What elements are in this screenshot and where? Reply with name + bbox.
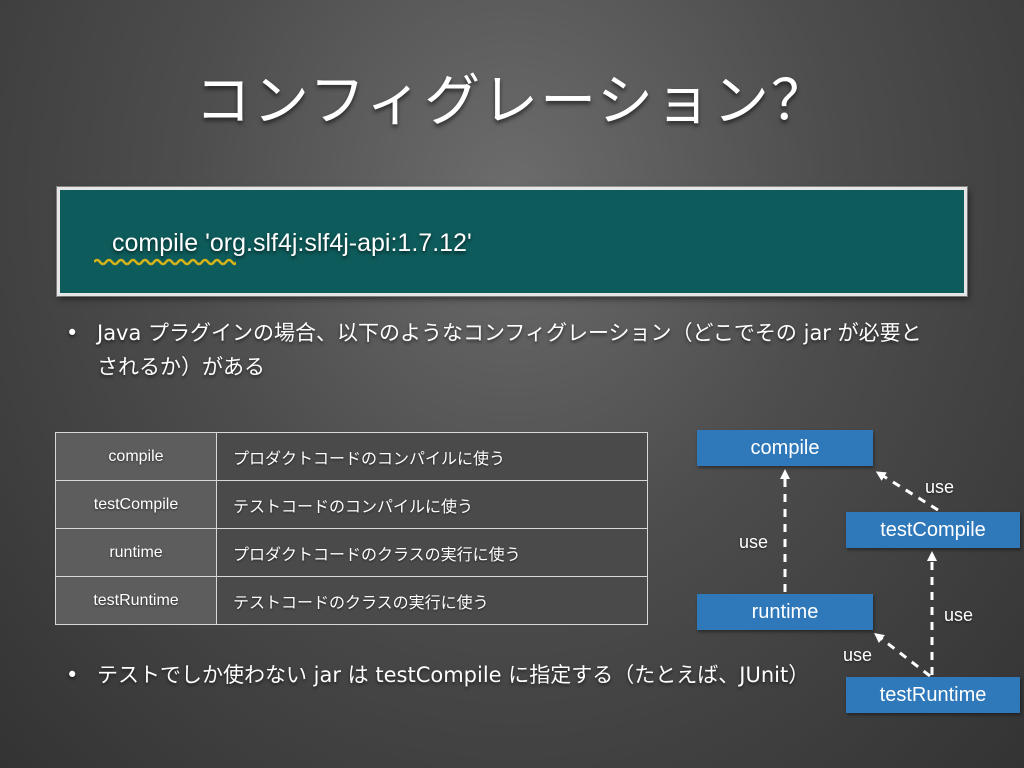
edge-label: use <box>944 605 974 625</box>
bullet-dot: • <box>66 663 79 687</box>
bullet-text: テストでしか使わない jar は testCompile に指定する（たとえば、… <box>97 663 810 687</box>
edge-label: use <box>925 477 955 497</box>
bullet-item: • テストでしか使わない jar は testCompile に指定する（たとえ… <box>66 658 926 730</box>
node-runtime: runtime <box>697 594 873 630</box>
node-compile: compile <box>697 430 873 466</box>
edge-label: use <box>739 532 769 552</box>
node-testcompile: testCompile <box>846 512 1020 548</box>
